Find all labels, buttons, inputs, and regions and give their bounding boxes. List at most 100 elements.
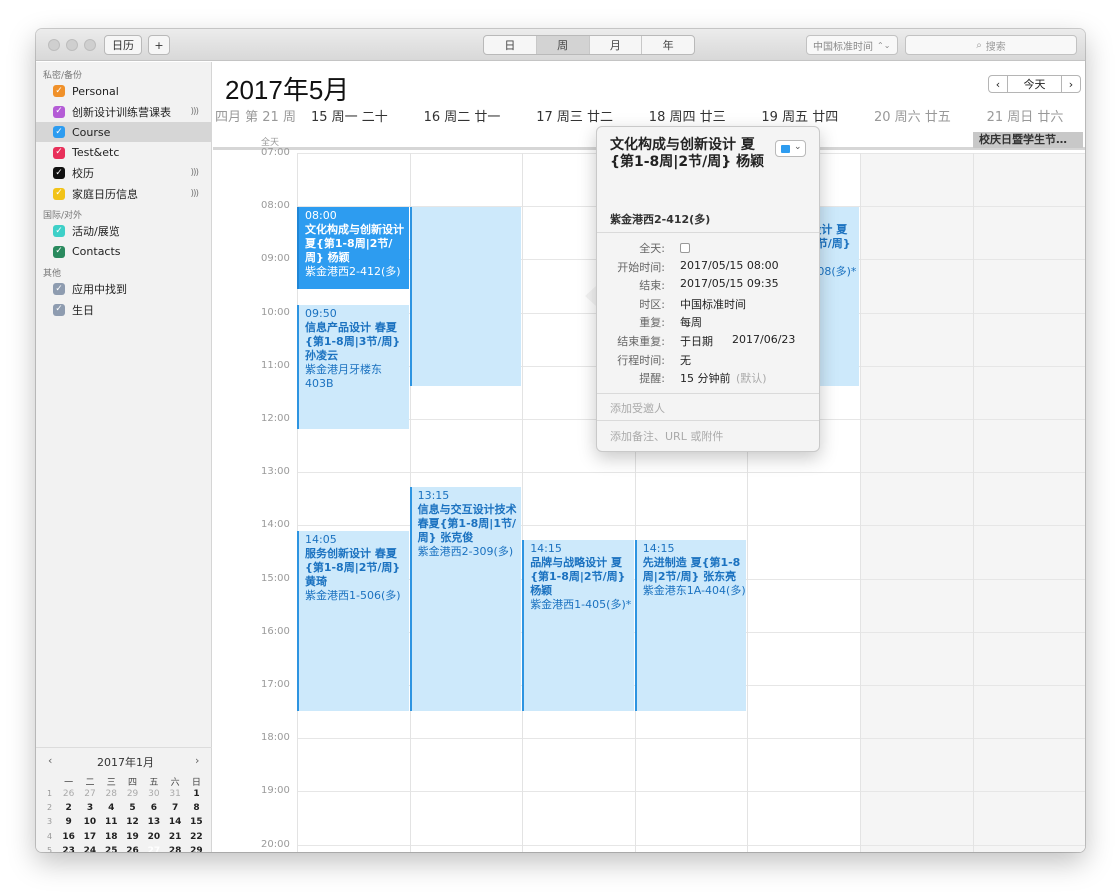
checkbox-icon[interactable]: ✓: [53, 245, 65, 258]
day-header[interactable]: 16 周二 廿一: [424, 106, 501, 125]
event-block[interactable]: 13:15 信息与交互设计技术 春夏{第1-8周|1节/周} 张克俊 紫金港西2-3…: [409, 486, 522, 711]
previous-week-button[interactable]: ‹: [988, 75, 1008, 93]
mini-calendar-day[interactable]: 30: [143, 789, 164, 799]
checkbox-icon[interactable]: ✓: [53, 105, 65, 118]
view-tab[interactable]: 周: [536, 36, 590, 54]
mini-calendar-day[interactable]: 5: [122, 803, 143, 813]
checkbox-icon[interactable]: ✓: [53, 225, 65, 237]
mini-calendar-day[interactable]: 17: [79, 832, 100, 842]
all-day-checkbox[interactable]: [680, 243, 690, 253]
event-block[interactable]: [409, 207, 522, 387]
minimize-window-button[interactable]: [66, 39, 78, 51]
checkbox-icon[interactable]: ✓: [53, 283, 65, 295]
search-field[interactable]: ⌕ 搜索: [905, 35, 1077, 55]
popover-detail-row[interactable]: 提醒: 15 分钟前 (默认): [597, 370, 819, 388]
sidebar-calendar-item[interactable]: ✓ 生日: [36, 300, 212, 320]
popover-detail-row[interactable]: 时区: 中国标准时间: [597, 296, 819, 314]
view-tab[interactable]: 月: [590, 36, 643, 54]
calendars-button[interactable]: 日历: [104, 35, 142, 55]
mini-calendar-day[interactable]: 2: [58, 803, 79, 813]
sidebar-calendar-item[interactable]: ✓ 家庭日历信息))): [36, 184, 212, 204]
checkbox-icon[interactable]: ✓: [53, 303, 65, 316]
day-header[interactable]: 20 周六 廿五: [874, 106, 951, 125]
day-header[interactable]: 15 周一 二十: [311, 106, 388, 125]
add-notes-field[interactable]: 添加备注、URL 或附件: [610, 428, 723, 444]
mini-calendar-day[interactable]: 4: [101, 803, 122, 813]
mini-calendar-day[interactable]: 26: [122, 846, 143, 852]
popover-detail-row[interactable]: 全天:: [597, 240, 819, 258]
sidebar-calendar-item[interactable]: ✓ 校历))): [36, 163, 212, 183]
mini-calendar-day[interactable]: 7: [165, 803, 186, 813]
mini-calendar-day[interactable]: 19: [122, 832, 143, 842]
mini-calendar-day[interactable]: 28: [165, 846, 186, 852]
next-week-button[interactable]: ›: [1061, 75, 1081, 93]
mini-calendar-day[interactable]: 21: [165, 832, 186, 842]
mini-calendar-day[interactable]: 14: [165, 817, 186, 827]
sidebar-calendar-item[interactable]: ✓ Course: [36, 122, 212, 142]
mini-calendar-day[interactable]: 15: [186, 817, 207, 827]
day-header[interactable]: 21 周日 廿六: [987, 106, 1064, 125]
mini-calendar-day[interactable]: 28: [101, 789, 122, 799]
sidebar-calendar-item[interactable]: ✓ 活动/展览: [36, 221, 212, 241]
sidebar-calendar-item[interactable]: ✓ Test&etc: [36, 143, 212, 163]
day-header[interactable]: 19 周五 廿四: [761, 106, 838, 125]
mini-calendar-next-icon[interactable]: ›: [195, 754, 199, 767]
all-day-event[interactable]: 校庆日暨学生节…: [973, 132, 1083, 148]
event-block[interactable]: 09:50 信息产品设计 春夏{第1-8周|3节/周} 孙凌云 紫金港月牙楼东403…: [297, 304, 409, 429]
checkbox-icon[interactable]: ✓: [53, 126, 65, 138]
mini-calendar-day[interactable]: 22: [186, 832, 207, 842]
popover-event-title[interactable]: 文化构成与创新设计 夏{第1-8周|2节/周} 杨颖: [610, 137, 775, 171]
mini-calendar-day[interactable]: 16: [58, 832, 79, 842]
mini-calendar-day[interactable]: 20: [143, 832, 164, 842]
mini-calendar-day[interactable]: 3: [79, 803, 100, 813]
popover-detail-row[interactable]: 结束: 2017/05/15 09:35: [597, 277, 819, 295]
mini-calendar-day[interactable]: 11: [101, 817, 122, 827]
mini-calendar-day[interactable]: 29: [186, 846, 207, 852]
checkbox-icon[interactable]: ✓: [53, 146, 65, 159]
mini-calendar-day[interactable]: 27: [143, 843, 164, 852]
timezone-popup[interactable]: 中国标准时间 ⌃⌄: [806, 35, 898, 55]
add-invitees-field[interactable]: 添加受邀人: [610, 400, 665, 416]
event-block[interactable]: 14:15 先进制造 夏{第1-8周|2节/周} 张东亮 紫金港东1A-404(多): [634, 539, 747, 711]
day-header[interactable]: 18 周四 廿三: [649, 106, 726, 125]
add-event-button[interactable]: +: [148, 35, 170, 55]
mini-calendar-day[interactable]: 26: [58, 789, 79, 799]
mini-calendar-day[interactable]: 24: [79, 846, 100, 852]
mini-calendar-day[interactable]: 1: [186, 789, 207, 799]
popover-detail-row[interactable]: 行程时间: 无: [597, 352, 819, 370]
mini-calendar-prev-icon[interactable]: ‹: [48, 754, 52, 767]
mini-calendar-day[interactable]: 23: [58, 846, 79, 852]
close-window-button[interactable]: [48, 39, 60, 51]
mini-calendar-day[interactable]: 18: [101, 832, 122, 842]
checkbox-icon[interactable]: ✓: [53, 85, 65, 97]
checkbox-icon[interactable]: ✓: [53, 167, 65, 179]
mini-calendar-day[interactable]: 10: [79, 817, 100, 827]
popover-detail-row[interactable]: 结束重复: 于日期 2017/06/23: [597, 333, 819, 351]
popover-location[interactable]: 紫金港西2-412(多): [610, 211, 710, 227]
event-block[interactable]: 08:00文化构成与创新设计 夏{第1-8周|2节/周} 杨颖紫金港西2-412…: [297, 207, 409, 290]
view-tab[interactable]: 日: [484, 36, 537, 54]
mini-calendar-day[interactable]: 31: [165, 789, 186, 799]
view-tab[interactable]: 年: [642, 36, 694, 54]
mini-calendar-day[interactable]: 12: [122, 817, 143, 827]
day-header[interactable]: 17 周三 廿二: [536, 106, 613, 125]
mini-calendar-day[interactable]: 8: [186, 803, 207, 813]
popover-detail-row[interactable]: 开始时间: 2017/05/15 08:00: [597, 259, 819, 277]
mini-calendar-day[interactable]: 29: [122, 789, 143, 799]
sidebar-calendar-item[interactable]: ✓ 应用中找到: [36, 279, 212, 299]
mini-calendar-day[interactable]: 27: [79, 789, 100, 799]
mini-calendar-day[interactable]: 9: [58, 817, 79, 827]
sidebar-calendar-item[interactable]: ✓ Personal: [36, 81, 212, 101]
checkbox-icon[interactable]: ✓: [53, 187, 65, 200]
event-block[interactable]: 14:05 服务创新设计 春夏{第1-8周|2节/周} 黄琦 紫金港西1-506(多…: [297, 530, 409, 711]
event-block[interactable]: 14:15 品牌与战略设计 夏{第1-8周|2节/周} 杨颖 紫金港西1-405(多…: [522, 539, 634, 711]
today-button[interactable]: 今天: [1008, 75, 1061, 93]
zoom-window-button[interactable]: [84, 39, 96, 51]
mini-calendar-day[interactable]: 25: [101, 846, 122, 852]
sidebar-calendar-item[interactable]: ✓ Contacts: [36, 242, 212, 262]
mini-calendar-day[interactable]: 13: [143, 817, 164, 827]
calendar-color-picker[interactable]: ⌄: [775, 140, 806, 157]
popover-detail-row[interactable]: 重复: 每周: [597, 314, 819, 332]
mini-calendar-day[interactable]: 6: [143, 803, 164, 813]
sidebar-calendar-item[interactable]: ✓ 创新设计训练营课表))): [36, 102, 212, 122]
